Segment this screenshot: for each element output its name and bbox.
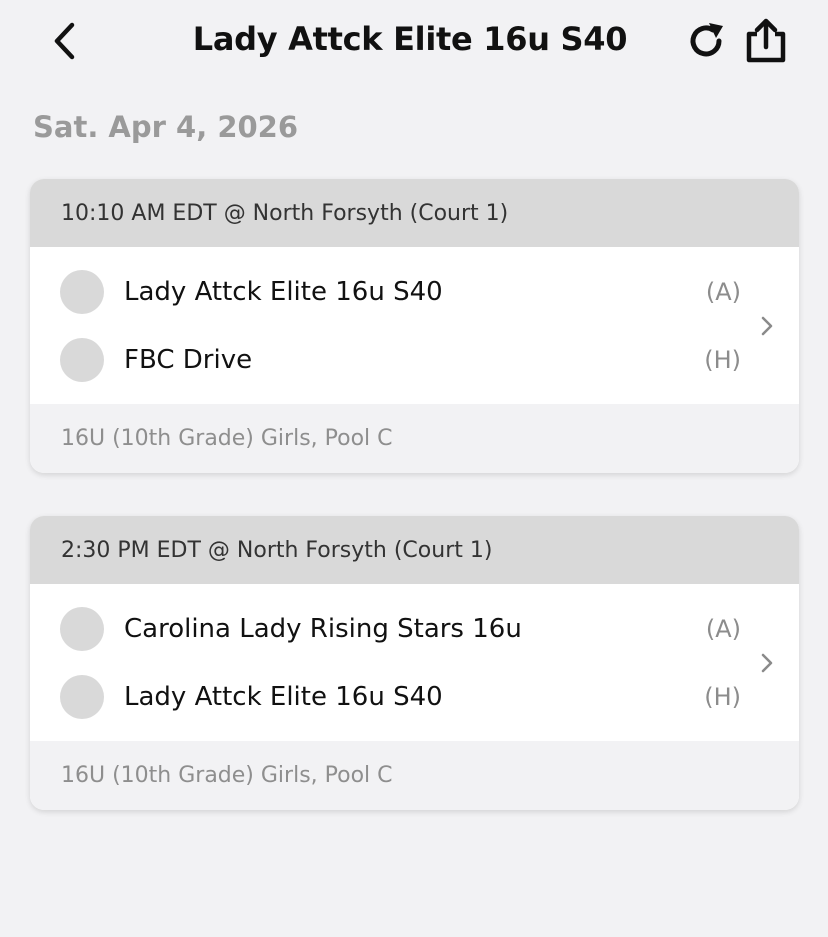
match-teams[interactable]: Carolina Lady Rising Stars 16u (A) Lady … xyxy=(30,584,799,741)
match-card: 10:10 AM EDT @ North Forsyth (Court 1) L… xyxy=(30,179,799,473)
share-button[interactable] xyxy=(741,16,791,66)
date-heading: Sat. Apr 4, 2026 xyxy=(33,110,299,144)
team-name: Lady Attck Elite 16u S40 xyxy=(124,682,443,712)
chevron-right-icon xyxy=(757,313,777,339)
team-side-label: (A) xyxy=(705,278,741,306)
chevron-right-icon xyxy=(757,650,777,676)
team-row-away: Lady Attck Elite 16u S40 (A) xyxy=(30,262,799,322)
team-avatar xyxy=(60,338,104,382)
refresh-button[interactable] xyxy=(683,18,729,64)
app-header: Lady Attck Elite 16u S40 xyxy=(0,0,828,84)
team-avatar xyxy=(60,607,104,651)
match-time-location: 10:10 AM EDT @ North Forsyth (Court 1) xyxy=(30,179,799,247)
share-icon xyxy=(746,18,786,63)
team-avatar xyxy=(60,675,104,719)
division-label: 16U (10th Grade) Girls, Pool C xyxy=(30,404,799,473)
back-button[interactable] xyxy=(44,18,84,64)
match-time-location: 2:30 PM EDT @ North Forsyth (Court 1) xyxy=(30,516,799,584)
team-name: Lady Attck Elite 16u S40 xyxy=(124,277,443,307)
team-avatar xyxy=(60,270,104,314)
division-label: 16U (10th Grade) Girls, Pool C xyxy=(30,741,799,810)
team-row-home: FBC Drive (H) xyxy=(30,330,799,390)
refresh-icon xyxy=(690,23,723,57)
team-row-away: Carolina Lady Rising Stars 16u (A) xyxy=(30,599,799,659)
chevron-left-icon xyxy=(54,22,75,60)
team-side-label: (H) xyxy=(704,346,741,374)
match-teams[interactable]: Lady Attck Elite 16u S40 (A) FBC Drive (… xyxy=(30,247,799,404)
team-row-home: Lady Attck Elite 16u S40 (H) xyxy=(30,667,799,727)
team-side-label: (H) xyxy=(704,683,741,711)
team-name: Carolina Lady Rising Stars 16u xyxy=(124,614,522,644)
page-title: Lady Attck Elite 16u S40 xyxy=(192,20,628,58)
team-name: FBC Drive xyxy=(124,345,253,375)
team-side-label: (A) xyxy=(705,615,741,643)
match-card: 2:30 PM EDT @ North Forsyth (Court 1) Ca… xyxy=(30,516,799,810)
